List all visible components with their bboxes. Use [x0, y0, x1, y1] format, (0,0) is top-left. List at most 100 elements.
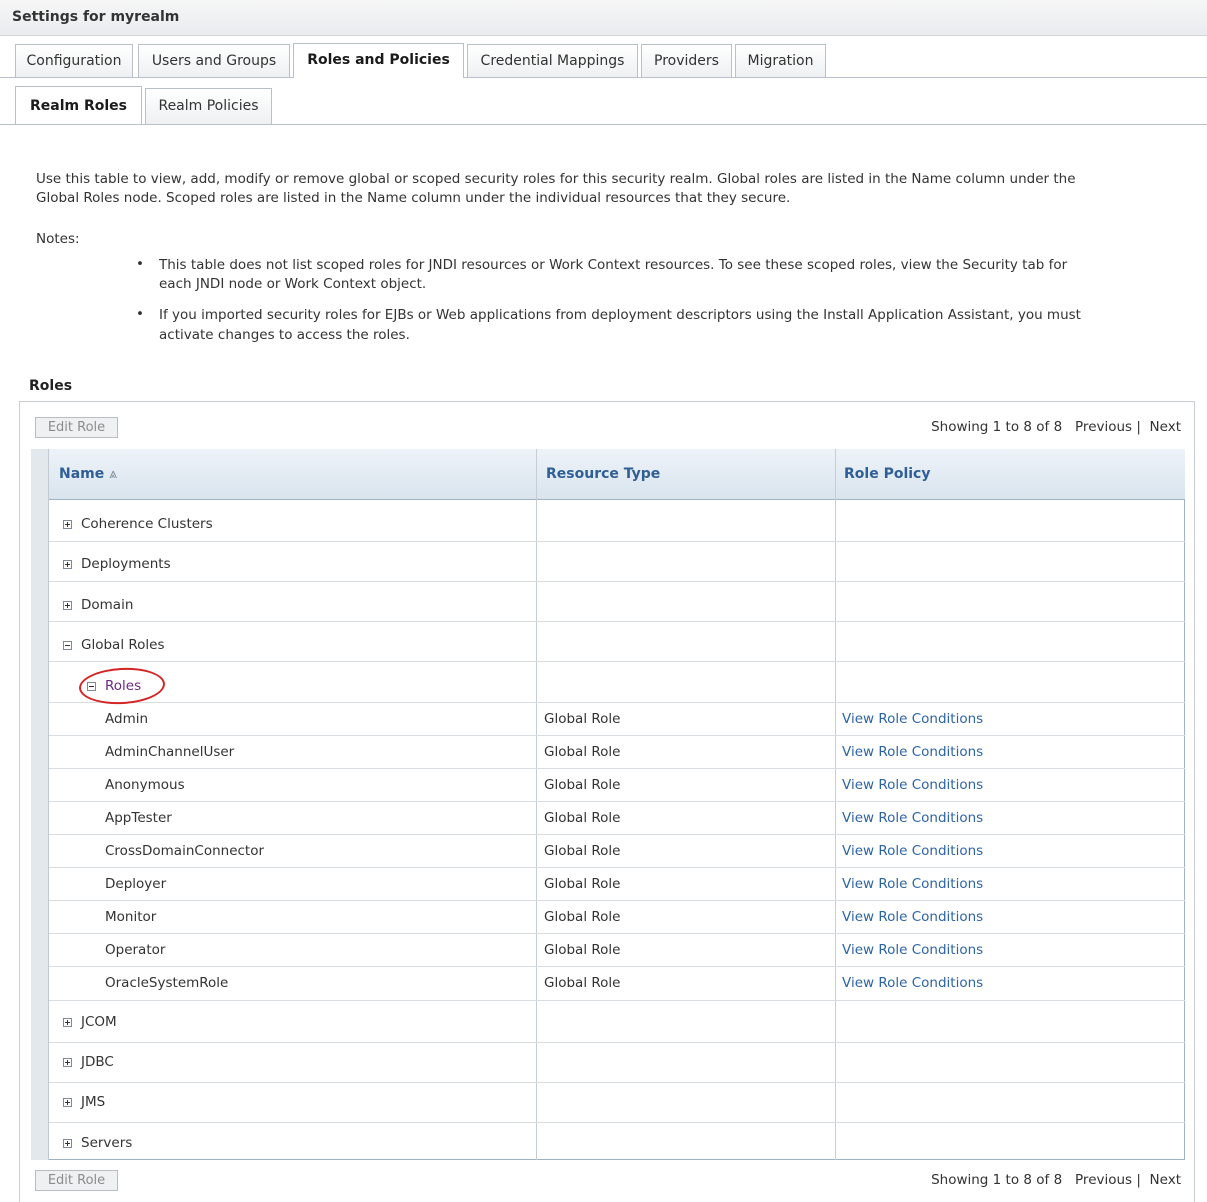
expand-plus-icon[interactable]	[63, 1058, 72, 1067]
tree-node-label: Domain	[81, 597, 134, 613]
row-divider	[49, 1122, 1185, 1123]
expand-plus-icon[interactable]	[63, 1139, 72, 1148]
view-role-conditions-link[interactable]: View Role Conditions	[842, 942, 983, 958]
row-selector-column	[31, 449, 49, 1160]
note-2-line-2: activate changes to access the roles.	[159, 327, 410, 343]
role-resource-type: Global Role	[544, 777, 621, 793]
row-divider	[49, 900, 1185, 901]
role-name: OracleSystemRole	[105, 975, 229, 991]
row-divider	[49, 702, 1185, 703]
view-role-conditions-link[interactable]: View Role Conditions	[842, 909, 983, 925]
pager-separator: |	[1136, 419, 1141, 435]
next-link[interactable]: Next	[1150, 1172, 1181, 1188]
previous-link[interactable]: Previous	[1075, 419, 1132, 435]
role-resource-type: Global Role	[544, 876, 621, 892]
tree-node-label: JMS	[81, 1094, 106, 1110]
row-divider	[49, 933, 1185, 934]
tab-credential-mappings[interactable]: Credential Mappings	[467, 44, 638, 77]
role-resource-type: Global Role	[544, 909, 621, 925]
role-name: Operator	[105, 942, 166, 958]
pager-top: Showing 1 to 8 of 8 Previous | Next	[931, 419, 1181, 435]
role-resource-type: Global Role	[544, 810, 621, 826]
tree-node-label: JCOM	[81, 1014, 117, 1030]
column-header-role-policy[interactable]: Role Policy	[844, 466, 930, 482]
view-role-conditions-link[interactable]: View Role Conditions	[842, 843, 983, 859]
row-divider	[49, 541, 1185, 542]
view-role-conditions-link[interactable]: View Role Conditions	[842, 744, 983, 760]
row-divider	[49, 966, 1185, 967]
notes-label: Notes:	[36, 231, 80, 247]
row-divider	[49, 621, 1185, 622]
page-header: Settings for myrealm	[0, 0, 1207, 36]
next-link[interactable]: Next	[1150, 419, 1181, 435]
tree-node-label: Deployments	[81, 556, 171, 572]
description-line-2: Global Roles node. Scoped roles are list…	[36, 190, 791, 206]
role-resource-type: Global Role	[544, 843, 621, 859]
tab-roles-and-policies[interactable]: Roles and Policies	[293, 43, 464, 78]
note-bullet-1: •	[136, 256, 144, 272]
tree-node-label: Global Roles	[81, 637, 165, 653]
expand-plus-icon[interactable]	[63, 1018, 72, 1027]
tree-node-label: Servers	[81, 1135, 133, 1151]
tree-node-label: JDBC	[81, 1054, 114, 1070]
note-2-line-1: If you imported security roles for EJBs …	[159, 307, 1081, 323]
role-name: AppTester	[105, 810, 172, 826]
subtab-realm-roles[interactable]: Realm Roles	[15, 86, 142, 124]
sort-ascending-icon: ⩓	[109, 466, 118, 482]
tab-providers[interactable]: Providers	[641, 44, 732, 77]
view-role-conditions-link[interactable]: View Role Conditions	[842, 876, 983, 892]
tab-configuration[interactable]: Configuration	[15, 44, 133, 77]
column-divider	[536, 449, 537, 1160]
role-resource-type: Global Role	[544, 942, 621, 958]
view-role-conditions-link[interactable]: View Role Conditions	[842, 975, 983, 991]
pager-status: Showing 1 to 8 of 8	[931, 419, 1063, 435]
row-divider	[49, 867, 1185, 868]
expand-plus-icon[interactable]	[63, 601, 72, 610]
row-divider	[49, 1042, 1185, 1043]
view-role-conditions-link[interactable]: View Role Conditions	[842, 777, 983, 793]
tab-bar-divider	[0, 77, 1207, 78]
column-header-resource-type[interactable]: Resource Type	[546, 466, 660, 482]
note-bullet-2: •	[136, 306, 144, 322]
role-name: Deployer	[105, 876, 167, 892]
row-divider	[49, 661, 1185, 662]
collapse-minus-icon[interactable]	[63, 641, 72, 650]
row-divider	[49, 1000, 1185, 1001]
role-name: AdminChannelUser	[105, 744, 235, 760]
row-divider	[49, 768, 1185, 769]
role-resource-type: Global Role	[544, 711, 621, 727]
role-name: CrossDomainConnector	[105, 843, 265, 859]
role-name: Monitor	[105, 909, 157, 925]
role-name: Anonymous	[105, 777, 185, 793]
expand-plus-icon[interactable]	[63, 560, 72, 569]
edit-role-button-top[interactable]: Edit Role	[35, 417, 118, 438]
description-line-1: Use this table to view, add, modify or r…	[36, 171, 1076, 187]
column-header-name[interactable]: Name ⩓	[59, 466, 117, 482]
edit-role-button-bottom[interactable]: Edit Role	[35, 1170, 118, 1191]
row-divider	[49, 735, 1185, 736]
subtab-realm-policies[interactable]: Realm Policies	[145, 88, 272, 124]
page-title: Settings for myrealm	[12, 9, 180, 25]
pager-separator: |	[1136, 1172, 1141, 1188]
expand-plus-icon[interactable]	[63, 1098, 72, 1107]
column-header-name-label: Name	[59, 466, 105, 482]
tab-users-and-groups[interactable]: Users and Groups	[138, 44, 290, 77]
subtab-bar-divider	[0, 124, 1207, 125]
tab-migration[interactable]: Migration	[735, 44, 826, 77]
pager-bottom: Showing 1 to 8 of 8 Previous | Next	[931, 1172, 1181, 1188]
role-name: Admin	[105, 711, 149, 727]
note-1-line-2: each JNDI node or Work Context object.	[159, 276, 427, 292]
role-resource-type: Global Role	[544, 744, 621, 760]
view-role-conditions-link[interactable]: View Role Conditions	[842, 711, 983, 727]
pager-status: Showing 1 to 8 of 8	[931, 1172, 1063, 1188]
view-role-conditions-link[interactable]: View Role Conditions	[842, 810, 983, 826]
column-divider	[835, 449, 836, 1160]
tree-node-label: Coherence Clusters	[81, 516, 213, 532]
row-divider	[49, 801, 1185, 802]
row-divider	[49, 834, 1185, 835]
roles-table	[31, 449, 1185, 1160]
previous-link[interactable]: Previous	[1075, 1172, 1132, 1188]
expand-plus-icon[interactable]	[63, 520, 72, 529]
note-1-line-1: This table does not list scoped roles fo…	[159, 257, 1068, 273]
row-divider	[49, 1082, 1185, 1083]
